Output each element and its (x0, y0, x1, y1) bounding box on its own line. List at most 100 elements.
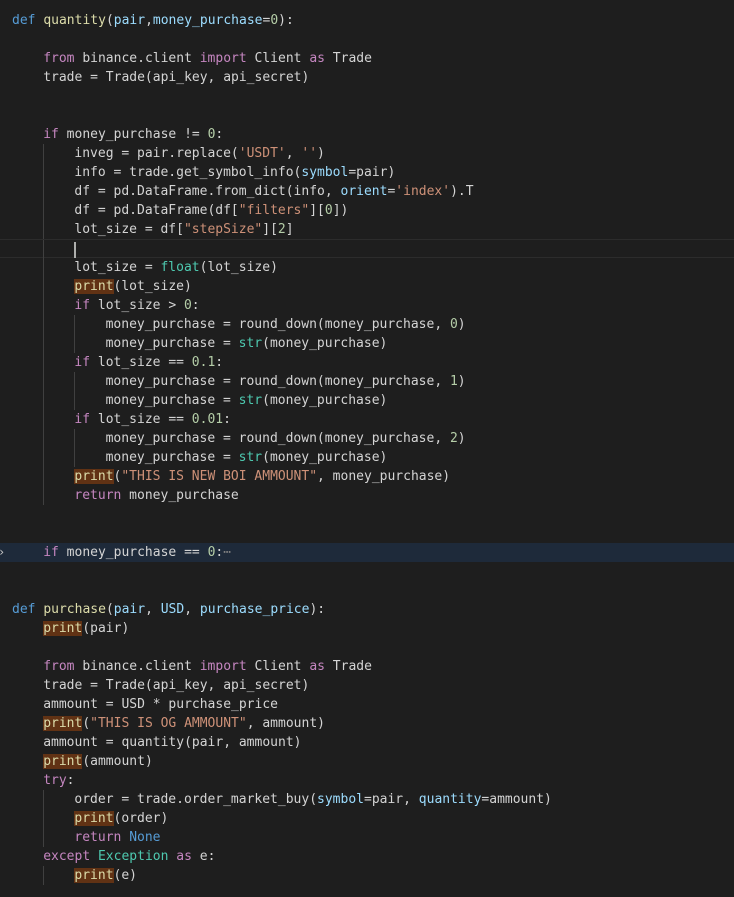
code-token: Client (246, 51, 310, 66)
code-text: print("THIS IS OG AMMOUNT", ammount) (43, 714, 325, 733)
code-line[interactable]: if money_purchase != 0: (0, 125, 734, 144)
code-text: inveg = pair.replace('USDT', '') (74, 144, 324, 163)
code-line[interactable]: if lot_size == 0.1: (0, 353, 734, 372)
indent-guide (43, 220, 45, 239)
code-line[interactable] (0, 87, 734, 106)
code-token: , (184, 602, 200, 617)
code-line[interactable] (0, 524, 734, 543)
code-text: except Exception as e: (43, 847, 215, 866)
code-token: try (43, 773, 67, 788)
code-line[interactable]: order = trade.order_market_buy(symbol=pa… (0, 790, 734, 809)
code-line[interactable]: trade = Trade(api_key, api_secret) (0, 676, 734, 695)
code-token: print (74, 279, 114, 294)
code-line[interactable] (0, 106, 734, 125)
code-text: money_purchase = str(money_purchase) (106, 391, 388, 410)
code-line[interactable]: print("THIS IS NEW BOI AMMOUNT", money_p… (0, 467, 734, 486)
code-token: Client (246, 659, 310, 674)
code-line[interactable]: if lot_size > 0: (0, 296, 734, 315)
code-line[interactable]: money_purchase = round_down(money_purcha… (0, 429, 734, 448)
code-token: 0.1 (191, 355, 216, 370)
code-line[interactable]: money_purchase = round_down(money_purcha… (0, 372, 734, 391)
code-line-folded[interactable]: › if money_purchase == 0:⋯ (0, 543, 734, 562)
code-text: print("THIS IS NEW BOI AMMOUNT", money_p… (74, 467, 450, 486)
code-line[interactable]: money_purchase = round_down(money_purcha… (0, 315, 734, 334)
code-line[interactable] (0, 30, 734, 49)
code-line[interactable]: print(e) (0, 866, 734, 885)
code-text: trade = Trade(api_key, api_secret) (43, 68, 309, 87)
code-line[interactable] (0, 581, 734, 600)
code-line[interactable]: except Exception as e: (0, 847, 734, 866)
code-token: ] (285, 222, 294, 237)
code-token: def (12, 602, 36, 617)
code-token: ) (457, 317, 466, 332)
code-line[interactable]: print(lot_size) (0, 277, 734, 296)
indent-guide (43, 410, 45, 429)
code-line[interactable]: return None (0, 828, 734, 847)
code-line[interactable]: try: (0, 771, 734, 790)
indent-guide (74, 372, 76, 391)
code-text: money_purchase = round_down(money_purcha… (106, 315, 466, 334)
code-token: None (129, 830, 161, 845)
code-token: "THIS IS OG AMMOUNT" (90, 716, 247, 731)
code-text: print(order) (74, 809, 168, 828)
code-line[interactable]: money_purchase = str(money_purchase) (0, 448, 734, 467)
code-line[interactable]: ammount = quantity(pair, ammount) (0, 733, 734, 752)
code-token: def (12, 13, 36, 28)
code-token: print (43, 716, 83, 731)
code-line[interactable]: print(pair) (0, 619, 734, 638)
indent-guide (43, 467, 45, 486)
code-line[interactable]: if lot_size == 0.01: (0, 410, 734, 429)
code-line[interactable]: inveg = pair.replace('USDT', '') (0, 144, 734, 163)
code-text: info = trade.get_symbol_info(symbol=pair… (74, 163, 395, 182)
code-line[interactable] (0, 638, 734, 657)
code-token: as (309, 659, 325, 674)
code-editor[interactable]: def quantity(pair,money_purchase=0):from… (0, 0, 734, 897)
code-text: order = trade.order_market_buy(symbol=pa… (74, 790, 551, 809)
code-token: , money_purchase) (317, 469, 451, 484)
code-line[interactable]: print(ammount) (0, 752, 734, 771)
code-line[interactable]: df = pd.DataFrame(df["filters"][0]) (0, 201, 734, 220)
code-line[interactable]: from binance.client import Client as Tra… (0, 657, 734, 676)
indent-guide (43, 353, 45, 372)
indent-guide (43, 201, 45, 220)
code-token: print (74, 469, 114, 484)
code-line[interactable]: def quantity(pair,money_purchase=0): (0, 11, 734, 30)
code-line[interactable] (0, 562, 734, 581)
code-token: (money_purchase) (262, 450, 388, 465)
indent-guide (74, 391, 76, 410)
code-token: if (43, 127, 59, 142)
code-token: ) (457, 431, 466, 446)
code-token: 'USDT' (238, 146, 286, 161)
indent-guide (43, 334, 45, 353)
code-token: , ammount) (246, 716, 325, 731)
code-line[interactable]: lot_size = float(lot_size) (0, 258, 734, 277)
code-token: =ammount) (481, 792, 552, 807)
indent-guide (43, 163, 45, 182)
code-line[interactable] (0, 505, 734, 524)
code-text: print(ammount) (43, 752, 153, 771)
code-line[interactable]: def purchase(pair, USD, purchase_price): (0, 600, 734, 619)
indent-guide (74, 448, 76, 467)
code-line[interactable]: money_purchase = str(money_purchase) (0, 334, 734, 353)
code-line[interactable]: print(order) (0, 809, 734, 828)
code-line[interactable] (0, 239, 734, 259)
code-line[interactable]: print("THIS IS OG AMMOUNT", ammount) (0, 714, 734, 733)
code-line[interactable]: info = trade.get_symbol_info(symbol=pair… (0, 163, 734, 182)
code-line[interactable]: df = pd.DataFrame.from_dict(info, orient… (0, 182, 734, 201)
code-line[interactable]: ammount = USD * purchase_price (0, 695, 734, 714)
code-token: : (215, 127, 224, 142)
code-line[interactable]: lot_size = df["stepSize"][2] (0, 220, 734, 239)
code-line[interactable]: trade = Trade(api_key, api_secret) (0, 68, 734, 87)
code-token: orient (340, 184, 388, 199)
indent-guide (43, 315, 45, 334)
code-line[interactable]: from binance.client import Client as Tra… (0, 49, 734, 68)
code-token: (ammount) (82, 754, 153, 769)
code-token: print (74, 868, 114, 883)
code-line[interactable]: return money_purchase (0, 486, 734, 505)
code-text: if money_purchase == 0:⋯ (43, 543, 231, 562)
code-token: print (74, 811, 114, 826)
code-token: : (66, 773, 75, 788)
fold-chevron-icon[interactable]: › (0, 543, 5, 562)
code-line[interactable]: money_purchase = str(money_purchase) (0, 391, 734, 410)
